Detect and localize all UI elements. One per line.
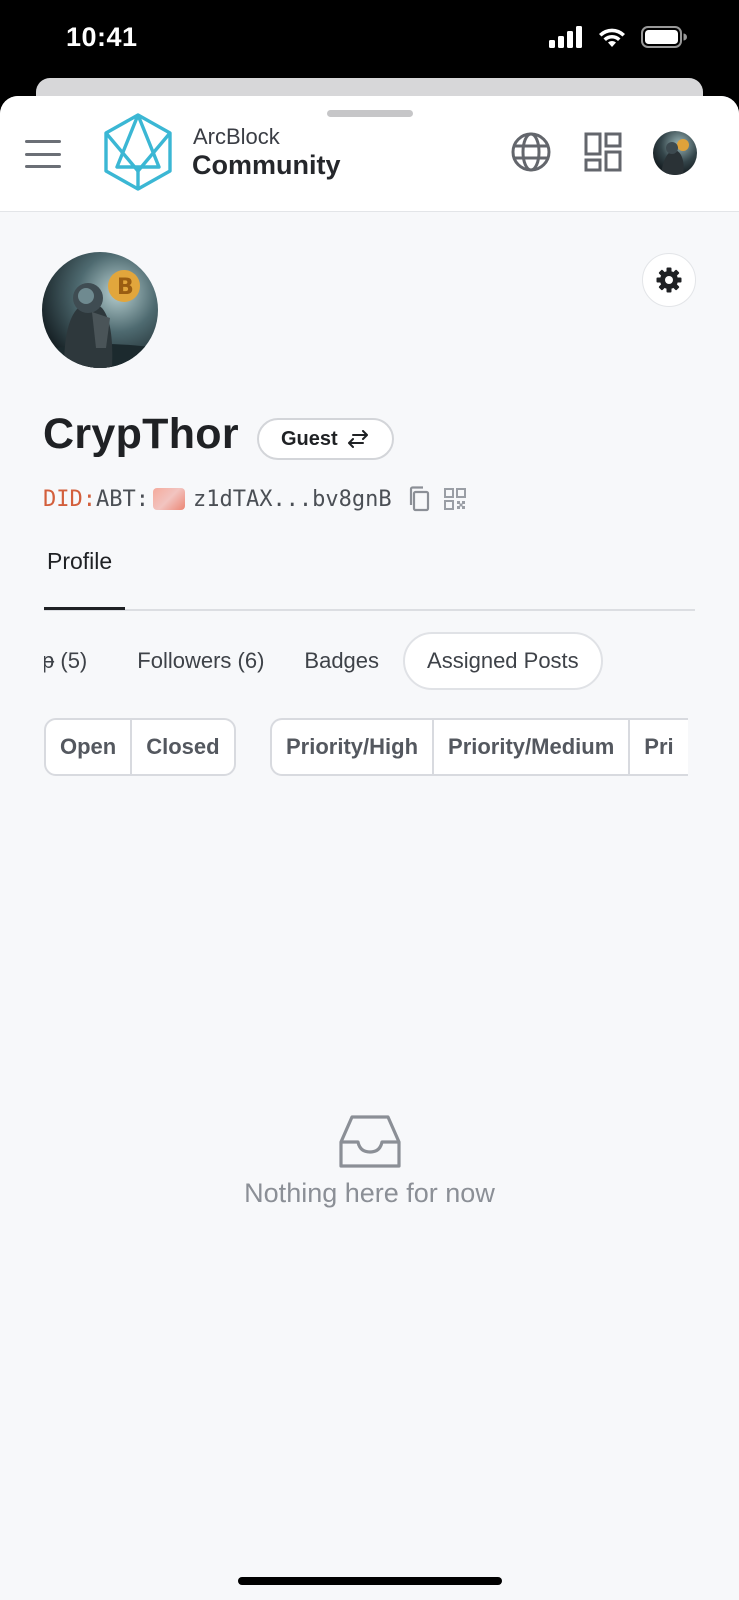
cellular-signal-icon — [549, 26, 582, 48]
did-address: z1dTAX...bv8gnB — [192, 486, 392, 512]
filter-closed-button[interactable]: Closed — [130, 720, 233, 774]
subtab-bar[interactable]: ᵽ (5) Followers (6) Badges Assigned Post… — [44, 632, 695, 696]
role-label: Guest — [281, 427, 338, 450]
svg-text:B: B — [117, 275, 134, 300]
did-type: ABT: — [95, 486, 149, 512]
did-avatar-thumbnail — [152, 488, 185, 510]
tab-divider — [44, 609, 695, 611]
qr-code-icon[interactable] — [443, 488, 466, 510]
status-time: 10:41 — [66, 22, 138, 52]
menu-icon[interactable] — [25, 140, 61, 168]
filter-priority-medium-button[interactable]: Priority/Medium — [432, 720, 628, 774]
brand-subtitle: ArcBlock — [193, 124, 280, 149]
profile-username: CrypThor — [43, 410, 239, 458]
filter-priority-low-button[interactable]: Pri — [628, 720, 687, 774]
empty-state-message: Nothing here for now — [244, 1178, 495, 1208]
inbox-empty-icon — [339, 1115, 401, 1168]
filter-priority-high-button[interactable]: Priority/High — [272, 720, 432, 774]
tab-active-indicator — [44, 607, 125, 610]
swap-arrows-icon — [347, 430, 368, 448]
tab-profile[interactable]: Profile — [47, 548, 112, 575]
app-header: ArcBlock Community — [0, 96, 739, 212]
copy-icon[interactable] — [408, 486, 430, 512]
role-switch-button[interactable]: Guest — [257, 418, 394, 460]
did-address-row: DID: ABT: z1dTAX...bv8gnB — [43, 486, 466, 512]
arcblock-logo-icon[interactable] — [102, 112, 174, 192]
sheet-grabber[interactable] — [327, 110, 413, 117]
gear-icon — [656, 267, 682, 293]
status-icons — [549, 26, 687, 48]
profile-avatar: B — [42, 252, 158, 368]
app-sheet: ArcBlock Community B CrypThor Guest DID:… — [0, 96, 739, 1600]
did-prefix: DID: — [43, 486, 96, 512]
filter-row: Open Closed Priority/High Priority/Mediu… — [44, 718, 695, 778]
globe-icon[interactable] — [510, 131, 552, 173]
subtab-followers[interactable]: Followers (6) — [117, 632, 284, 690]
status-filter-group: Open Closed — [44, 718, 236, 776]
brand-title: Community — [192, 150, 341, 180]
home-indicator[interactable] — [238, 1577, 502, 1585]
priority-filter-group: Priority/High Priority/Medium Pri — [270, 718, 688, 776]
user-avatar[interactable] — [653, 131, 697, 175]
subtab-following[interactable]: ᵽ (5) — [44, 632, 117, 690]
status-bar: 10:41 — [0, 0, 739, 80]
battery-icon — [641, 26, 687, 48]
apps-grid-icon[interactable] — [584, 132, 622, 172]
subtab-assigned-posts[interactable]: Assigned Posts — [403, 632, 603, 690]
wifi-icon — [599, 28, 625, 47]
filter-open-button[interactable]: Open — [46, 720, 130, 774]
settings-button[interactable] — [642, 253, 696, 307]
subtab-badges[interactable]: Badges — [284, 632, 399, 690]
